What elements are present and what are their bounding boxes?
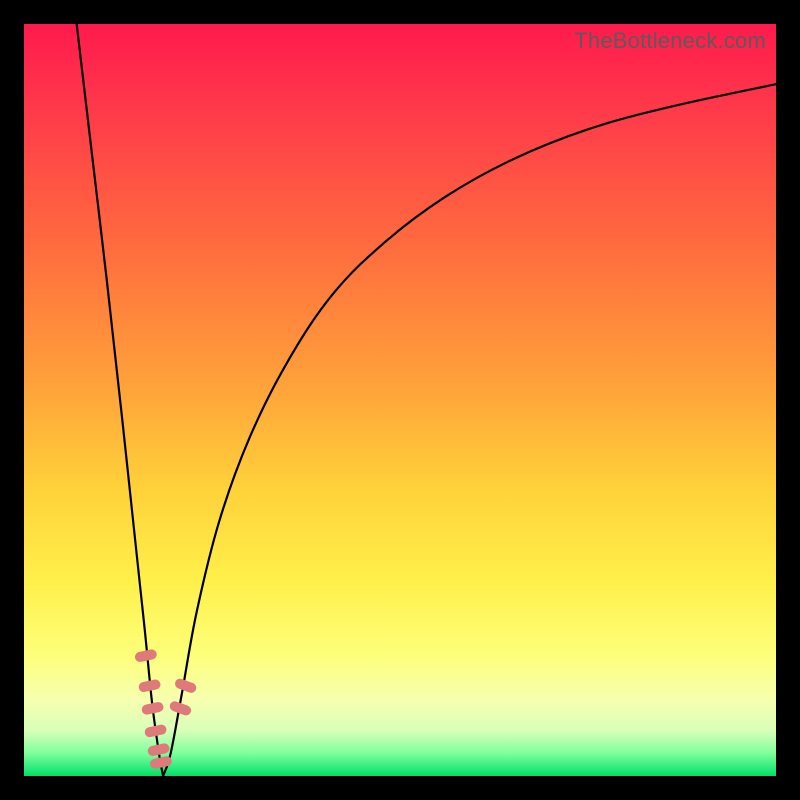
data-marker — [144, 724, 168, 738]
curve-right-branch — [163, 84, 776, 776]
data-marker — [149, 755, 173, 769]
data-marker — [134, 649, 158, 663]
plot-area: TheBottleneck.com — [24, 24, 776, 776]
data-marker — [174, 677, 198, 694]
curve-left-branch — [77, 24, 163, 776]
data-marker — [141, 701, 165, 715]
marker-group — [134, 649, 198, 770]
chart-frame: TheBottleneck.com — [0, 0, 800, 800]
data-marker — [147, 743, 171, 757]
curve-layer — [24, 24, 776, 776]
data-marker — [138, 679, 162, 693]
